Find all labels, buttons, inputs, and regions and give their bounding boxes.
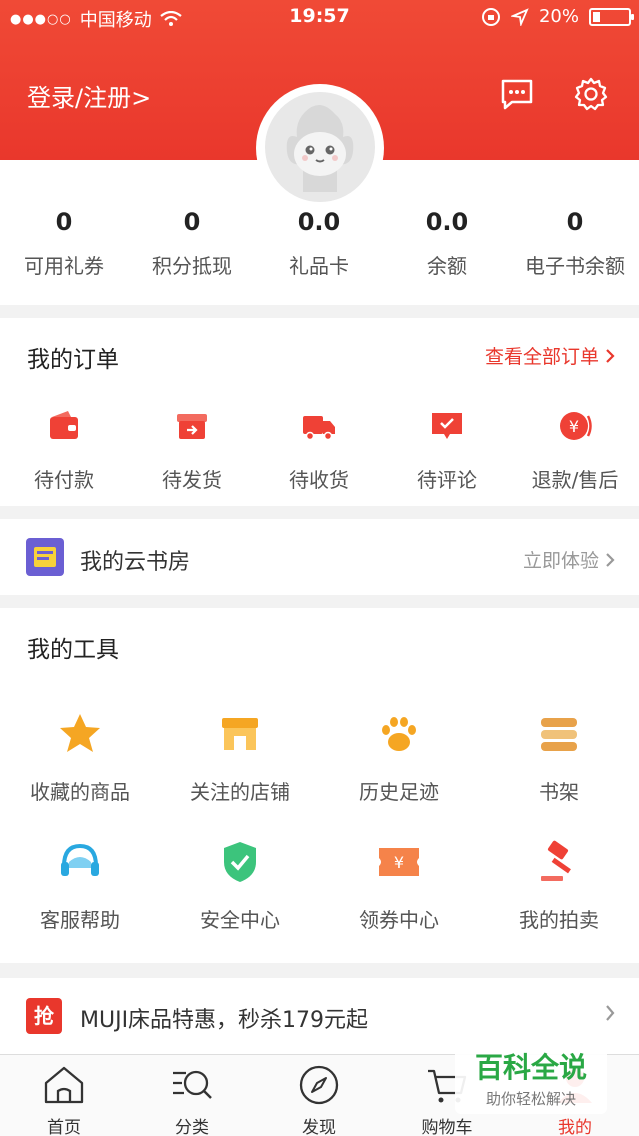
tool-favorites[interactable]: 收藏的商品 [0,710,160,805]
star-icon [60,714,100,752]
tab-category[interactable]: 分类 [128,1063,256,1136]
try-now-link[interactable]: 立即体验 [523,546,615,573]
monkey-avatar-icon [286,104,354,192]
avatar[interactable] [265,92,375,202]
watermark-title: 百科全说 [474,1051,587,1084]
tool-label: 安全中心 [200,908,280,932]
my-tools-card: 我的工具 收藏的商品 关注的店铺 历史足迹 书架 客服帮助 安全中心 ¥ 领券中… [0,608,639,963]
category-icon [173,1070,212,1099]
order-pending-payment[interactable]: 待付款 [0,408,128,493]
wallet-icon [50,411,78,439]
location-icon [510,7,529,26]
svg-text:¥: ¥ [569,417,579,436]
order-label: 退款/售后 [531,468,619,492]
box-icon [177,414,207,439]
tab-discover[interactable]: 发现 [255,1063,383,1136]
watermark-logo: 百科全说 助你轻松解决 [455,1038,607,1114]
tool-label: 客服帮助 [40,908,120,932]
tools-title: 我的工具 [27,637,119,663]
tab-label: 首页 [47,1118,81,1136]
comment-icon [432,413,462,439]
order-pending-shipment[interactable]: 待发货 [128,408,256,493]
store-icon [222,718,258,750]
order-label: 待评论 [417,468,477,492]
view-all-orders-link[interactable]: 查看全部订单 [485,342,615,369]
tab-label: 购物车 [421,1118,473,1136]
chevron-right-icon [606,348,615,363]
gavel-icon [541,840,571,881]
stat-label: 可用礼券 [24,254,104,278]
tab-label: 分类 [175,1118,209,1136]
flash-sale-badge: 抢 [26,998,62,1034]
stat-balance[interactable]: 0.0 余额 [383,208,511,279]
tool-label: 收藏的商品 [30,780,130,804]
order-pending-receipt[interactable]: 待收货 [255,408,383,493]
stat-value: 0 [183,208,201,236]
stat-label: 余额 [427,254,467,278]
coupon-icon: ¥ [379,848,419,876]
order-pending-review[interactable]: 待评论 [383,408,511,493]
promo-text: MUJI床品特惠，秒杀179元起 [80,1008,369,1033]
my-orders-card: 我的订单 查看全部订单 待付款 待发货 待收货 待评论 ¥ 退款/售后 [0,318,639,506]
tool-history[interactable]: 历史足迹 [319,710,479,805]
tab-label: 发现 [302,1118,336,1136]
watermark-subtitle: 助你轻松解决 [485,1090,576,1108]
stat-value: 0.0 [297,208,341,236]
login-register-link[interactable]: 登录/注册> [27,78,151,113]
stat-points[interactable]: 0 积分抵现 [128,208,256,279]
tool-coupon-center[interactable]: ¥ 领券中心 [319,838,479,933]
home-icon [44,1066,84,1104]
cloud-study-row[interactable]: 我的云书房 立即体验 [0,519,639,595]
view-all-label: 查看全部订单 [484,346,599,368]
order-label: 待发货 [162,468,222,492]
stat-gift-card[interactable]: 0.0 礼品卡 [255,208,383,279]
stat-coupons[interactable]: 0 可用礼券 [0,208,128,279]
svg-text:¥: ¥ [394,853,404,872]
paw-icon [382,717,416,751]
tool-label: 书架 [539,780,579,804]
headset-icon [61,843,99,876]
shield-icon [224,842,256,882]
tool-label: 领券中心 [359,908,439,932]
message-icon[interactable] [499,76,535,112]
truck-icon [303,416,335,441]
tool-my-auctions[interactable]: 我的拍卖 [479,838,639,933]
battery-percent: 20% [538,6,579,27]
status-bar: ●●●○○ 中国移动 19:57 20% [0,0,639,36]
tab-home[interactable]: 首页 [0,1063,128,1136]
chevron-right-icon [606,552,615,567]
try-now-label: 立即体验 [522,550,599,572]
order-refund-aftersale[interactable]: ¥ 退款/售后 [511,408,639,493]
tool-label: 关注的店铺 [190,780,290,804]
bookshelf-icon [541,718,577,751]
tool-bookshelf[interactable]: 书架 [479,710,639,805]
settings-gear-icon[interactable] [573,76,609,112]
tool-security-center[interactable]: 安全中心 [160,838,320,933]
tool-label: 历史足迹 [359,780,439,804]
compass-icon [299,1065,339,1105]
orders-title: 我的订单 [27,347,119,373]
stat-value: 0 [55,208,73,236]
refund-icon: ¥ [560,412,592,440]
order-label: 待收货 [289,468,349,492]
battery-icon [589,7,634,26]
chevron-right-icon [606,1005,615,1021]
cloud-study-label: 我的云书房 [80,550,191,575]
order-label: 待付款 [34,468,94,492]
book-icon [26,538,64,576]
stat-value: 0 [566,208,584,236]
stat-value: 0.0 [425,208,469,236]
tool-customer-service[interactable]: 客服帮助 [0,838,160,933]
stat-label: 积分抵现 [152,254,232,278]
tab-label: 我的 [558,1118,592,1136]
battery-level [593,11,600,22]
stat-label: 礼品卡 [289,254,349,278]
stat-label: 电子书余额 [525,254,625,278]
stat-ebook-balance[interactable]: 0 电子书余额 [511,208,639,279]
tool-label: 我的拍卖 [519,908,599,932]
tool-followed-stores[interactable]: 关注的店铺 [160,710,320,805]
rotation-lock-icon [481,7,500,26]
